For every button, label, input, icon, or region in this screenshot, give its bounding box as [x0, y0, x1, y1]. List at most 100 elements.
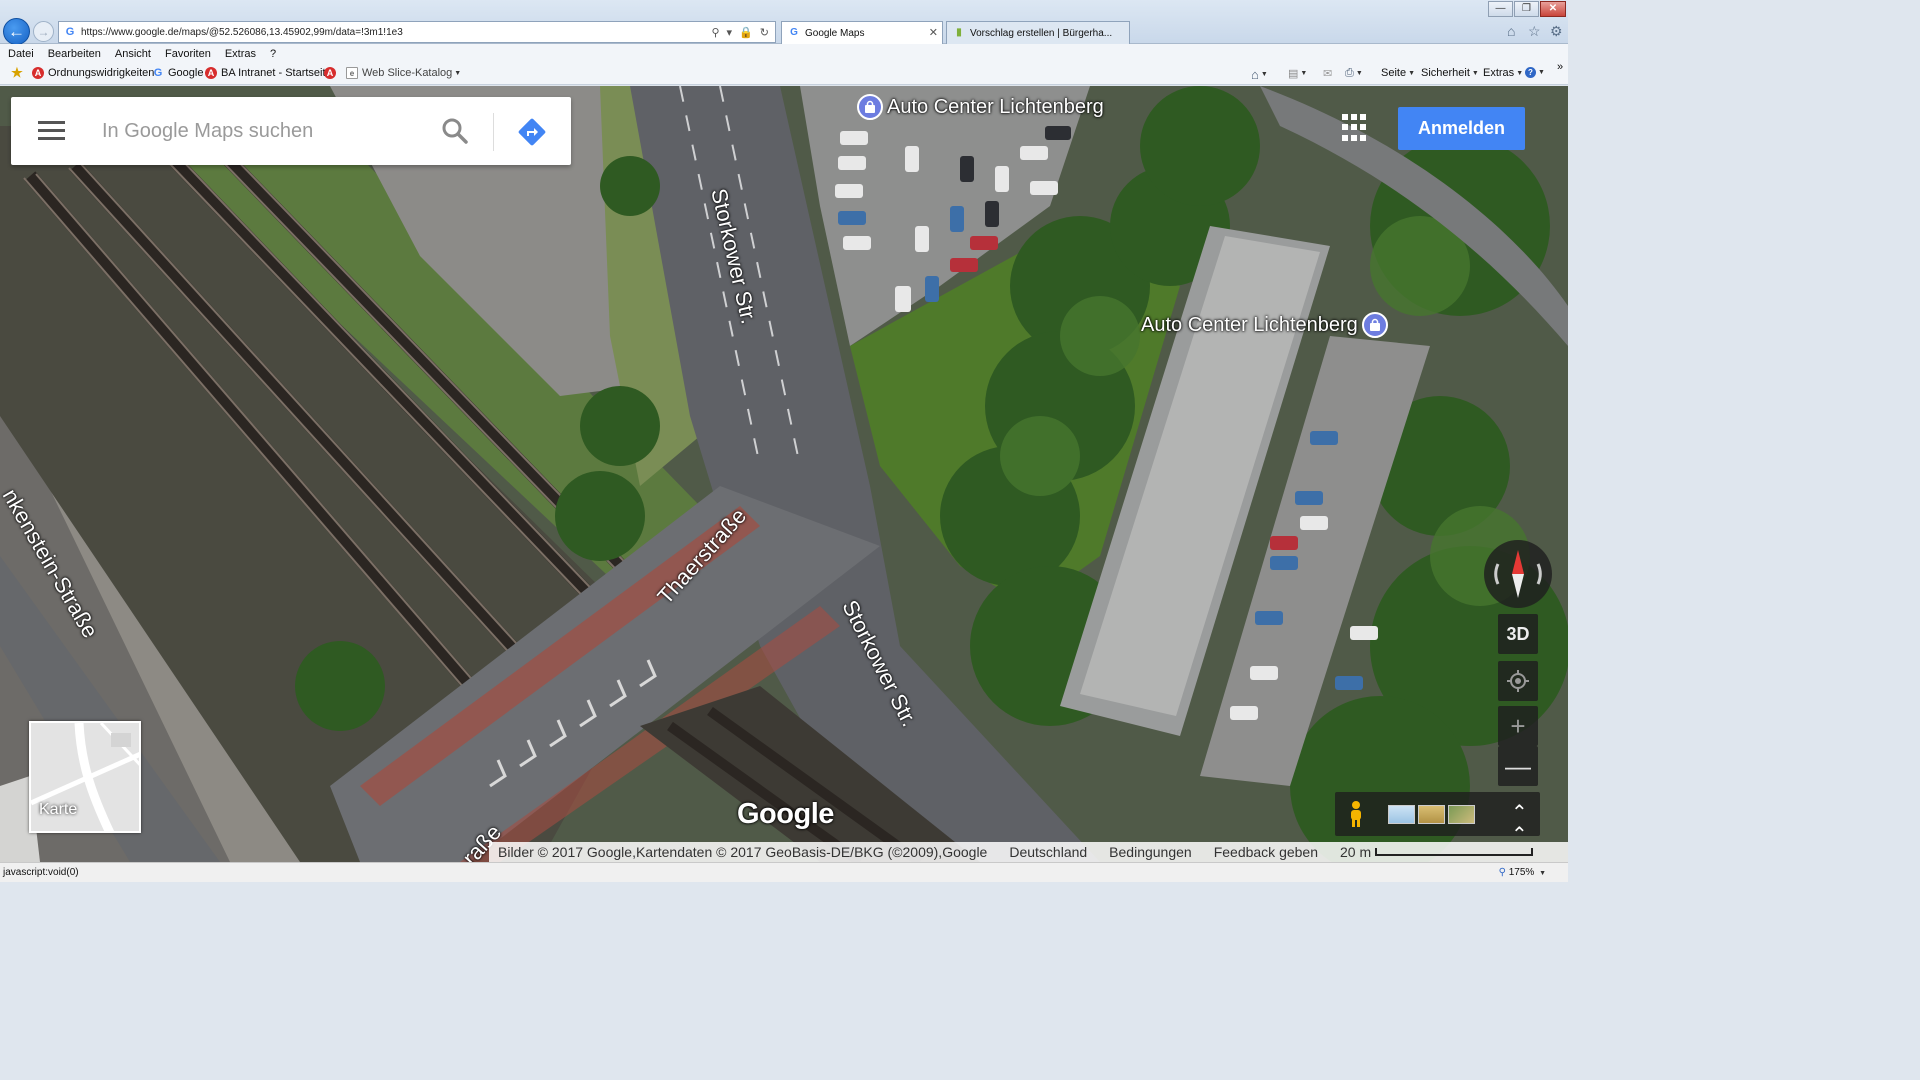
signin-button[interactable]: Anmelden: [1398, 107, 1525, 150]
chevron-down-icon: ▼: [1355, 70, 1363, 77]
pegman-icon[interactable]: [1347, 800, 1365, 828]
minimize-button[interactable]: —: [1488, 1, 1513, 17]
home-menu-button[interactable]: ⌂ ▼: [1251, 67, 1268, 82]
scale-bar[interactable]: [1375, 848, 1534, 856]
imagery-thumbnail[interactable]: [1418, 805, 1445, 824]
forward-button[interactable]: →: [33, 21, 54, 42]
favorite-label: BA Intranet - Startseite: [221, 67, 332, 79]
close-tab-icon[interactable]: ✕: [929, 26, 938, 39]
lock-icon[interactable]: 🔒: [739, 26, 753, 39]
mail-icon: ✉: [1323, 68, 1333, 80]
google-icon: G: [790, 27, 798, 38]
feedback-link[interactable]: Feedback geben: [1214, 844, 1318, 860]
search-divider: [493, 113, 494, 151]
compass-icon: [1494, 550, 1542, 598]
tab-label: Vorschlag erstellen | Bürgerha...: [970, 27, 1113, 39]
poi-auto-center-right[interactable]: Auto Center Lichtenberg: [1141, 312, 1388, 338]
refresh-icon[interactable]: ↻: [760, 26, 769, 39]
chevron-up-double-icon[interactable]: ⌃ ⌃: [1511, 802, 1528, 846]
directions-icon[interactable]: [515, 115, 549, 149]
menu-hamburger-icon[interactable]: [38, 121, 65, 141]
more-chevron-icon[interactable]: »: [1557, 61, 1563, 73]
imagery-strip: ⌃ ⌃: [1335, 792, 1540, 846]
feeds-button[interactable]: ▤ ▼: [1288, 67, 1307, 80]
menu-bearbeiten[interactable]: Bearbeiten: [48, 48, 101, 60]
country-link[interactable]: Deutschland: [1009, 844, 1087, 860]
terms-link[interactable]: Bedingungen: [1109, 844, 1192, 860]
zoom-out-button[interactable]: —: [1498, 746, 1538, 786]
menu-seite[interactable]: Seite ▼: [1381, 67, 1415, 79]
red-a-icon: A: [205, 67, 217, 79]
dropdown-icon[interactable]: ▾: [727, 26, 733, 39]
home-icon[interactable]: ⌂: [1507, 23, 1515, 39]
menu-sicherheit[interactable]: Sicherheit ▼: [1421, 67, 1479, 79]
chevron-down-icon: ▼: [1471, 69, 1479, 77]
back-button[interactable]: ←: [3, 18, 30, 45]
tab-label: Google Maps: [805, 27, 865, 39]
seite-label: Seite: [1381, 67, 1407, 79]
search-icon[interactable]: [441, 117, 469, 145]
favorite-label: Ordnungswidrigkeiten: [48, 67, 155, 79]
favorite-red-a[interactable]: A: [324, 67, 340, 79]
printer-icon: ⎙: [1345, 67, 1354, 79]
compass-control[interactable]: [1484, 540, 1552, 608]
menu-favoriten[interactable]: Favoriten: [165, 48, 211, 60]
menu-ansicht[interactable]: Ansicht: [115, 48, 151, 60]
mail-button[interactable]: ✉: [1323, 67, 1332, 80]
red-a-icon: A: [324, 67, 336, 79]
favorites-star-icon[interactable]: ☆: [1528, 23, 1541, 40]
chevron-down-icon: ▼: [1300, 70, 1308, 77]
map-type-toggle[interactable]: Karte: [29, 721, 141, 833]
address-bar[interactable]: G https://www.google.de/maps/@52.526086,…: [58, 21, 776, 43]
poi-auto-center-top[interactable]: Auto Center Lichtenberg: [857, 94, 1104, 120]
tab-vorschlag[interactable]: ▮ Vorschlag erstellen | Bürgerha...: [946, 21, 1130, 44]
menu-datei[interactable]: Datei: [8, 48, 34, 60]
close-window-button[interactable]: ✕: [1540, 1, 1566, 17]
favorite-ordnungswidrigkeiten[interactable]: A Ordnungswidrigkeiten: [32, 67, 154, 79]
chevron-down-icon: ▼: [1539, 870, 1546, 877]
red-a-icon: A: [32, 67, 44, 79]
shopping-bag-icon: [1361, 312, 1388, 338]
zoom-in-button[interactable]: +: [1498, 706, 1538, 746]
favorites-bar: ★ A Ordnungswidrigkeiten G Google A BA I…: [0, 61, 1568, 85]
settings-gear-icon[interactable]: ⚙: [1550, 23, 1563, 40]
imagery-thumbnail[interactable]: [1388, 805, 1415, 824]
plus-icon: +: [1510, 710, 1526, 741]
zoom-value: 175%: [1508, 867, 1535, 878]
apps-grid-icon[interactable]: [1342, 114, 1370, 142]
search-box: [11, 97, 571, 165]
poi-label: Auto Center Lichtenberg: [887, 95, 1104, 118]
favorite-label: Google: [168, 67, 204, 79]
print-button[interactable]: ⎙ ▼: [1345, 67, 1363, 80]
page-icon: ▮: [956, 27, 962, 38]
search-icon[interactable]: ⚲: [711, 26, 719, 39]
menu-help[interactable]: ?: [270, 48, 276, 60]
scale-label[interactable]: 20 m: [1340, 844, 1371, 860]
search-input[interactable]: [102, 115, 422, 147]
imagery-thumbnail[interactable]: [1448, 805, 1475, 824]
chevron-down-icon: ▼: [1516, 69, 1524, 77]
web-slice-icon: e: [346, 67, 358, 79]
my-location-button[interactable]: [1498, 661, 1538, 701]
url-text[interactable]: https://www.google.de/maps/@52.526086,13…: [81, 27, 711, 38]
add-favorite-button[interactable]: ★: [11, 66, 27, 79]
chevron-down-icon: ▼: [1408, 69, 1416, 77]
tilt-3d-button[interactable]: 3D: [1498, 614, 1538, 654]
help-button[interactable]: ? ▼: [1525, 67, 1545, 78]
favorite-web-slice-katalog[interactable]: e Web Slice-Katalog ▼: [346, 67, 461, 79]
location-target-icon: [1507, 670, 1529, 692]
google-icon: G: [65, 26, 75, 38]
zoom-level[interactable]: ⚲ 175% ▼: [1499, 867, 1546, 878]
browser-titlebar: ← → G https://www.google.de/maps/@52.526…: [0, 0, 1568, 45]
map-canvas[interactable]: Anmelden Auto Center Lichtenberg Auto Ce…: [0, 86, 1568, 862]
favorite-google[interactable]: G Google: [152, 67, 204, 79]
minus-icon: —: [1505, 750, 1531, 781]
poi-label: Auto Center Lichtenberg: [1141, 313, 1358, 336]
tab-google-maps[interactable]: G Google Maps ✕: [781, 21, 943, 44]
favorite-ba-intranet[interactable]: A BA Intranet - Startseite: [205, 67, 332, 79]
menu-extras-cmd[interactable]: Extras ▼: [1483, 67, 1523, 79]
help-icon: ?: [1525, 67, 1536, 78]
menu-extras[interactable]: Extras: [225, 48, 256, 60]
chevron-down-icon: ▼: [1538, 69, 1545, 76]
maximize-button[interactable]: ❐: [1514, 1, 1539, 17]
